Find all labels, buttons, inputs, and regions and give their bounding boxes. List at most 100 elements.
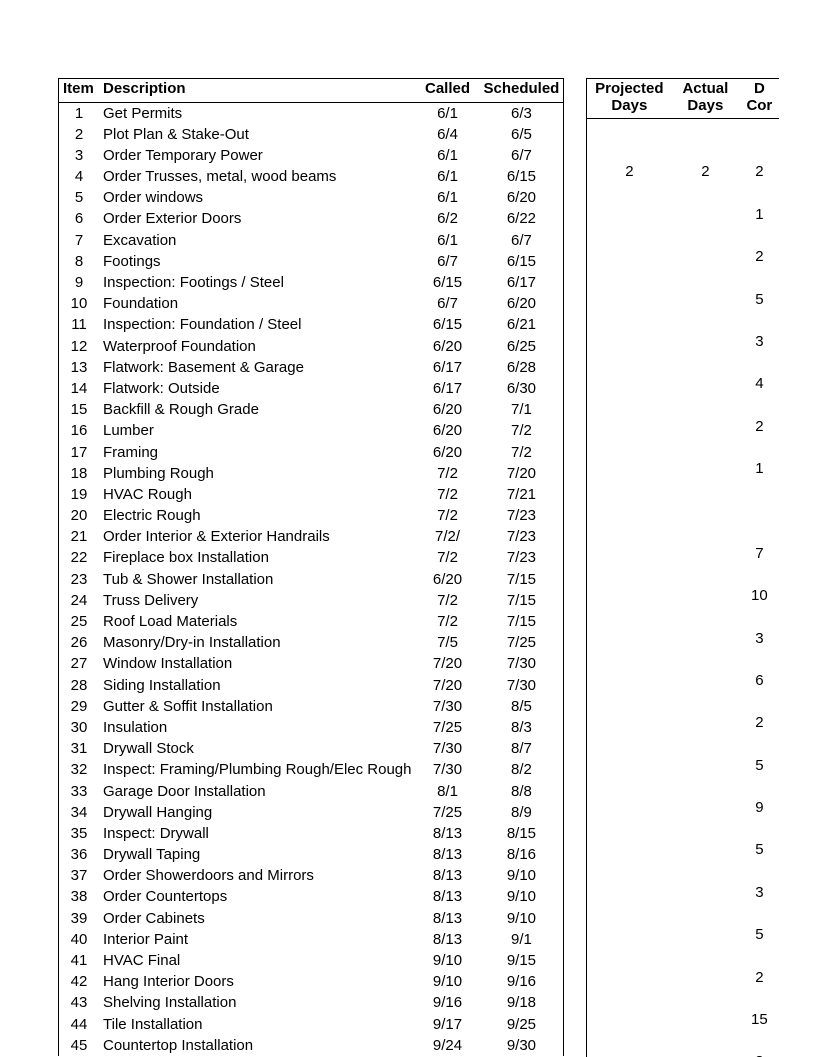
cell-projected: [587, 712, 672, 733]
cell-called: 7/2: [416, 484, 480, 505]
cell-projected: [587, 606, 672, 627]
cell-description: Order Trusses, metal, wood beams: [99, 166, 416, 187]
cell-item: 27: [59, 653, 100, 674]
cell-scheduled: 9/30: [480, 1035, 564, 1056]
cell-actual: [671, 394, 739, 415]
cell-projected: [587, 564, 672, 585]
cell-actual: [671, 733, 739, 754]
cell-description: Drywall Taping: [99, 844, 416, 865]
table-row: 17Framing6/207/2: [59, 442, 564, 463]
cell-description: Backfill & Rough Grade: [99, 399, 416, 420]
table-row: 22Fireplace box Installation7/27/23: [59, 547, 564, 568]
table-row: 5: [587, 289, 780, 310]
cell-cor: 2: [739, 161, 779, 182]
table-row: 2: [587, 416, 780, 437]
cell-description: Interior Paint: [99, 929, 416, 950]
table-row: 2: [587, 967, 780, 988]
cell-projected: [587, 1009, 672, 1030]
cell-item: 6: [59, 208, 100, 229]
cell-actual: [671, 691, 739, 712]
cell-scheduled: 7/25: [480, 632, 564, 653]
cell-actual: [671, 331, 739, 352]
table-row: [587, 606, 780, 627]
table-row: [587, 310, 780, 331]
cell-description: Siding Installation: [99, 675, 416, 696]
cell-cor: 2: [739, 246, 779, 267]
table-row: 25Roof Load Materials7/27/15: [59, 611, 564, 632]
cell-scheduled: 6/7: [480, 230, 564, 251]
cell-called: 7/30: [416, 696, 480, 717]
cell-called: 8/13: [416, 886, 480, 907]
cell-scheduled: 6/25: [480, 336, 564, 357]
cell-called: 6/1: [416, 230, 480, 251]
table-row: [587, 903, 780, 924]
cell-item: 26: [59, 632, 100, 653]
cell-called: 6/20: [416, 336, 480, 357]
col-description: Description: [99, 79, 416, 103]
cell-projected: [587, 649, 672, 670]
cell-called: 6/15: [416, 272, 480, 293]
cell-item: 15: [59, 399, 100, 420]
cell-actual: [671, 670, 739, 691]
cell-actual: [671, 119, 739, 141]
cell-actual: [671, 543, 739, 564]
table-row: 31Drywall Stock7/308/7: [59, 738, 564, 759]
cell-description: Plumbing Rough: [99, 463, 416, 484]
cell-scheduled: 6/15: [480, 166, 564, 187]
cell-item: 39: [59, 908, 100, 929]
cell-item: 7: [59, 230, 100, 251]
cell-scheduled: 6/3: [480, 102, 564, 124]
cell-description: Plot Plan & Stake-Out: [99, 124, 416, 145]
cell-called: 6/2: [416, 208, 480, 229]
cell-projected: [587, 818, 672, 839]
cell-projected: [587, 310, 672, 331]
table-row: [587, 183, 780, 204]
cell-description: Order Countertops: [99, 886, 416, 907]
cell-scheduled: 7/30: [480, 675, 564, 696]
cell-cor: [739, 776, 779, 797]
cell-cor: 5: [739, 289, 779, 310]
table-row: 39Order Cabinets8/139/10: [59, 908, 564, 929]
cell-called: 7/30: [416, 738, 480, 759]
cell-description: Drywall Stock: [99, 738, 416, 759]
table-row: 6Order Exterior Doors6/26/22: [59, 208, 564, 229]
cell-cor: [739, 903, 779, 924]
tables-wrapper: Item Description Called Scheduled 1Get P…: [58, 78, 779, 1057]
table-row: 29Gutter & Soffit Installation7/308/5: [59, 696, 564, 717]
cell-item: 22: [59, 547, 100, 568]
cell-called: 8/13: [416, 844, 480, 865]
table-row: [587, 522, 780, 543]
cell-description: Shelving Installation: [99, 992, 416, 1013]
cell-projected: [587, 522, 672, 543]
cell-cor: 3: [739, 882, 779, 903]
cell-called: 9/10: [416, 971, 480, 992]
cell-scheduled: 6/15: [480, 251, 564, 272]
cell-description: Inspection: Footings / Steel: [99, 272, 416, 293]
cell-called: 7/25: [416, 717, 480, 738]
cell-projected: [587, 416, 672, 437]
cell-description: Tub & Shower Installation: [99, 569, 416, 590]
cell-actual: [671, 500, 739, 521]
cell-cor: [739, 988, 779, 1009]
cell-cor: 3: [739, 331, 779, 352]
cell-called: 6/7: [416, 251, 480, 272]
table-row: [587, 437, 780, 458]
cell-cor: [739, 183, 779, 204]
cell-actual: [671, 1051, 739, 1057]
table-row: 16Lumber6/207/2: [59, 420, 564, 441]
table-row: 3: [587, 882, 780, 903]
cell-scheduled: 8/9: [480, 802, 564, 823]
table-row: 21Order Interior & Exterior Handrails7/2…: [59, 526, 564, 547]
table-row: 15: [587, 1009, 780, 1030]
cell-scheduled: 8/16: [480, 844, 564, 865]
table-row: 24Truss Delivery7/27/15: [59, 590, 564, 611]
days-table-body: 222 1 2 5 3 4 2 1 7 10 3 6 2 5 9 5 3 5 2…: [587, 119, 780, 1057]
cell-description: Foundation: [99, 293, 416, 314]
cell-item: 4: [59, 166, 100, 187]
cell-called: 9/24: [416, 1035, 480, 1056]
cell-actual: 2: [671, 161, 739, 182]
cell-description: Inspection: Foundation / Steel: [99, 314, 416, 335]
cell-description: Order Cabinets: [99, 908, 416, 929]
cell-item: 11: [59, 314, 100, 335]
cell-item: 20: [59, 505, 100, 526]
